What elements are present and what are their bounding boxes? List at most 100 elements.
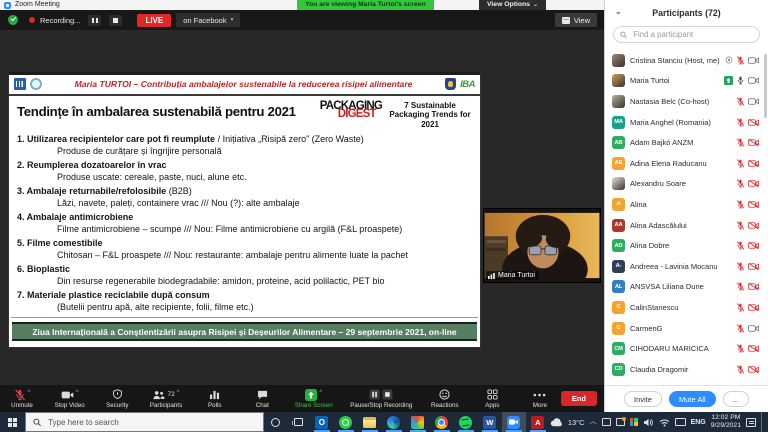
chevron-up-icon[interactable]: ^ bbox=[177, 390, 180, 396]
weather-temperature[interactable]: 13°C bbox=[568, 418, 585, 427]
slide-item-detail: Produse uscate: cereale, paste, nuci, al… bbox=[17, 172, 472, 184]
mic-muted-icon bbox=[736, 241, 745, 250]
action-center-icon[interactable] bbox=[746, 418, 756, 427]
taskbar-app-outlook[interactable]: O bbox=[310, 412, 334, 432]
toolbar-pause-stop-recording-button[interactable]: Pause/Stop Recording bbox=[350, 388, 412, 409]
toolbar-polls-button[interactable]: Polls bbox=[200, 388, 230, 409]
participant-row[interactable]: CMCIHODARU MARICICA bbox=[605, 338, 768, 359]
speaker-icon[interactable] bbox=[643, 418, 654, 427]
participant-row[interactable]: ALANSVSA Liliana Dune bbox=[605, 277, 768, 298]
explorer-icon bbox=[363, 417, 376, 428]
taskbar-app-acrobat[interactable]: A bbox=[526, 412, 550, 432]
participant-row[interactable]: CCarmenG bbox=[605, 318, 768, 339]
participant-row[interactable]: Maria Turtoi bbox=[605, 71, 768, 92]
toolbar-item-label: Stop Video bbox=[55, 402, 85, 409]
zoom-toolbar: ^Unmute^Stop VideoSecurity72^Participant… bbox=[0, 385, 604, 412]
participant-row[interactable]: AEAdina Elena Raducanu bbox=[605, 153, 768, 174]
participant-row[interactable]: Nastasia Belc (Co-host) bbox=[605, 91, 768, 112]
toolbar-items: ^Unmute^Stop VideoSecurity72^Participant… bbox=[7, 388, 555, 409]
toolbar-chat-button[interactable]: Chat bbox=[247, 388, 277, 409]
slide-item: 6. BioplasticDin resurse regenerabile bi… bbox=[17, 264, 472, 288]
start-button[interactable] bbox=[0, 412, 25, 432]
zoom-icon bbox=[507, 416, 520, 429]
pause-icon bbox=[92, 18, 94, 23]
participant-row[interactable]: MAMaria Anghel (Romania) bbox=[605, 112, 768, 133]
participant-row[interactable]: AAlina bbox=[605, 194, 768, 215]
edge-icon bbox=[387, 416, 400, 429]
video-thumbnail-maria-turtoi[interactable]: Maria Turtoi bbox=[483, 208, 601, 283]
participant-row[interactable]: A-Andreea - Lavinia Mocanu bbox=[605, 256, 768, 277]
taskbar-app-explorer[interactable] bbox=[358, 412, 382, 432]
chevron-up-icon[interactable]: ^ bbox=[319, 390, 322, 396]
participant-search-box[interactable] bbox=[613, 26, 760, 43]
participant-search-input[interactable] bbox=[631, 29, 753, 40]
toolbar-apps-button[interactable]: Apps bbox=[477, 388, 507, 409]
pause-recording-button[interactable] bbox=[88, 15, 101, 26]
chevron-up-icon[interactable]: ^ bbox=[76, 390, 79, 396]
shield-icon bbox=[112, 388, 123, 401]
taskbar-clock[interactable]: 12:02 PM 9/29/2021 bbox=[711, 414, 741, 431]
participant-status-icons bbox=[736, 200, 759, 209]
slide-item: 1. Utilizarea recipientelor care pot fi … bbox=[17, 134, 472, 158]
camera-off-icon bbox=[748, 365, 759, 374]
participant-row[interactable]: CDClaudia Dragomir bbox=[605, 359, 768, 380]
taskbar-search-box[interactable] bbox=[25, 412, 265, 432]
language-indicator[interactable]: ENG bbox=[691, 419, 706, 426]
toolbar-share-screen-button[interactable]: ^Share Screen bbox=[295, 388, 333, 409]
toolbar-stop-video-button[interactable]: ^ Stop Video bbox=[55, 388, 85, 409]
recording-dot-icon bbox=[29, 17, 35, 23]
collapse-panel-chevron-icon[interactable]: ⌄ bbox=[615, 7, 622, 16]
taskbar-app-word[interactable]: W bbox=[478, 412, 502, 432]
touch-keyboard-icon[interactable] bbox=[675, 418, 686, 426]
chevron-up-icon[interactable]: ^ bbox=[28, 390, 31, 396]
window-title: Zoom Meeting bbox=[15, 0, 60, 10]
meeting-control-bar: Recording... LIVE on Facebook ▾ View bbox=[0, 10, 604, 30]
participants-panel-footer: Invite Mute All ... bbox=[605, 385, 768, 412]
live-stream-target-dropdown[interactable]: on Facebook ▾ bbox=[176, 13, 240, 27]
participant-name: Maria Anghel (Romania) bbox=[630, 118, 731, 127]
tray-teams-icon[interactable] bbox=[630, 418, 638, 426]
mute-all-button[interactable]: Mute All bbox=[669, 391, 716, 407]
participant-row[interactable]: Cristina Stanciu (Host, me) bbox=[605, 50, 768, 71]
end-meeting-button[interactable]: End bbox=[561, 391, 597, 406]
toolbar-participants-button[interactable]: 72^Participants bbox=[150, 388, 182, 409]
participant-row[interactable]: ABAdam Bajkó ANZM bbox=[605, 132, 768, 153]
task-view-button[interactable] bbox=[287, 418, 310, 426]
tray-window-icon[interactable] bbox=[602, 418, 611, 426]
taskbar-app-spotify[interactable] bbox=[454, 412, 478, 432]
tray-overflow-chevron-icon[interactable]: ︿ bbox=[590, 416, 597, 426]
participants-scrollbar[interactable] bbox=[764, 54, 767, 118]
share-icon: ^ bbox=[305, 388, 322, 401]
participant-row[interactable]: ADAlina Dobre bbox=[605, 235, 768, 256]
participant-avatar bbox=[612, 177, 625, 190]
taskbar-app-whatsapp[interactable] bbox=[334, 412, 358, 432]
taskbar-app-edge[interactable] bbox=[382, 412, 406, 432]
stop-icon bbox=[113, 18, 118, 23]
taskbar-app-photos[interactable] bbox=[406, 412, 430, 432]
invite-button[interactable]: Invite bbox=[624, 391, 662, 407]
show-desktop-button[interactable] bbox=[761, 412, 764, 432]
taskbar-app-zoom[interactable] bbox=[502, 412, 526, 432]
toolbar-unmute-button[interactable]: ^Unmute bbox=[7, 388, 37, 409]
slide-item-detail: Din resurse regenerabile biodegradabile:… bbox=[17, 276, 472, 288]
participant-status-icons bbox=[736, 324, 759, 333]
participant-row[interactable]: AAAlina Adascălului bbox=[605, 215, 768, 236]
mic-muted-icon bbox=[736, 365, 745, 374]
toolbar-more-button[interactable]: More bbox=[525, 388, 555, 409]
toolbar-security-button[interactable]: Security bbox=[102, 388, 132, 409]
network-icon[interactable] bbox=[659, 418, 670, 427]
mic-muted-icon bbox=[736, 303, 745, 312]
view-layout-button[interactable]: View bbox=[555, 13, 597, 27]
participant-row[interactable]: CCalinStanescu bbox=[605, 297, 768, 318]
stop-recording-button[interactable] bbox=[109, 15, 122, 26]
taskbar-app-chrome[interactable] bbox=[430, 412, 454, 432]
participants-more-button[interactable]: ... bbox=[723, 391, 749, 407]
trends-subtitle: 7 Sustainable Packaging Trends for 2021 bbox=[388, 101, 472, 130]
acrobat-icon: A bbox=[531, 416, 544, 429]
toolbar-reactions-button[interactable]: Reactions bbox=[430, 388, 460, 409]
cortana-button[interactable] bbox=[264, 418, 287, 427]
participant-row[interactable]: Alexandru Soare bbox=[605, 174, 768, 195]
tray-notification-icon[interactable] bbox=[616, 418, 625, 426]
view-options-button[interactable]: View Options ⌄ bbox=[479, 0, 546, 10]
taskbar-search-input[interactable] bbox=[46, 417, 256, 428]
